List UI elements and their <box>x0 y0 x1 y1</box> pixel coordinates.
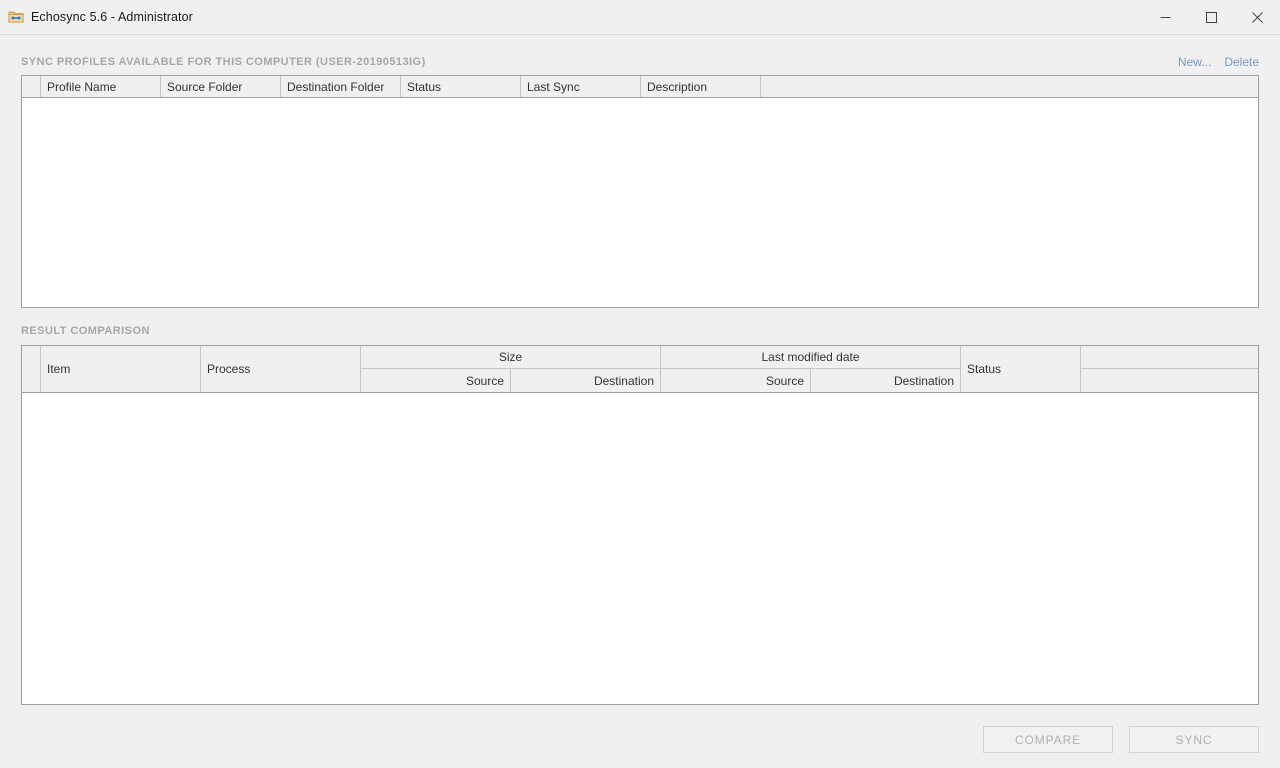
folder-sync-icon <box>8 9 24 25</box>
window-controls <box>1142 0 1280 35</box>
profiles-column-profile-name[interactable]: Profile Name <box>41 76 161 97</box>
results-column-last-modified-source[interactable]: Source <box>661 369 811 392</box>
close-button[interactable] <box>1234 0 1280 35</box>
sync-button[interactable]: SYNC <box>1129 726 1259 753</box>
results-grid-body[interactable] <box>22 393 1258 705</box>
profiles-column-last-sync[interactable]: Last Sync <box>521 76 641 97</box>
minimize-button[interactable] <box>1142 0 1188 35</box>
profiles-column-selector[interactable] <box>22 76 41 97</box>
maximize-button[interactable] <box>1188 0 1234 35</box>
results-column-size-source[interactable]: Source <box>361 369 511 392</box>
results-column-last-modified-label: Last modified date <box>661 346 960 369</box>
sync-profiles-grid[interactable]: Profile Name Source Folder Destination F… <box>21 75 1259 308</box>
delete-profile-link[interactable]: Delete <box>1224 55 1259 69</box>
profiles-column-source-folder[interactable]: Source Folder <box>161 76 281 97</box>
results-column-selector[interactable] <box>22 346 41 392</box>
results-column-last-modified-destination[interactable]: Destination <box>811 369 960 392</box>
results-column-process[interactable]: Process <box>201 346 361 392</box>
result-comparison-grid[interactable]: Item Process Size Source Destination Las… <box>21 345 1259 705</box>
profiles-column-destination-folder[interactable]: Destination Folder <box>281 76 401 97</box>
profiles-column-status[interactable]: Status <box>401 76 521 97</box>
results-column-size-label: Size <box>361 346 660 369</box>
results-column-group-size[interactable]: Size Source Destination <box>361 346 661 392</box>
profiles-grid-body[interactable] <box>22 98 1258 308</box>
results-column-last-modified-subrow: Source Destination <box>661 369 960 392</box>
profiles-section-label: SYNC PROFILES AVAILABLE FOR THIS COMPUTE… <box>21 56 426 68</box>
profiles-column-description[interactable]: Description <box>641 76 761 97</box>
new-profile-link[interactable]: New... <box>1178 55 1211 69</box>
results-grid-header: Item Process Size Source Destination Las… <box>22 346 1258 393</box>
results-column-status[interactable]: Status <box>961 346 1081 392</box>
footer-actions: COMPARE SYNC <box>0 726 1280 768</box>
results-column-item[interactable]: Item <box>41 346 201 392</box>
window-title: Echosync 5.6 - Administrator <box>31 10 193 24</box>
profiles-actions: New... Delete <box>1178 55 1259 69</box>
profiles-column-filler <box>761 76 1258 97</box>
results-column-size-destination[interactable]: Destination <box>511 369 660 392</box>
profiles-section-header: SYNC PROFILES AVAILABLE FOR THIS COMPUTE… <box>21 54 1259 70</box>
results-section-label: RESULT COMPARISON <box>21 325 150 337</box>
profiles-grid-header: Profile Name Source Folder Destination F… <box>22 76 1258 98</box>
title-bar: Echosync 5.6 - Administrator <box>0 0 1280 35</box>
compare-button[interactable]: COMPARE <box>983 726 1113 753</box>
results-column-size-subrow: Source Destination <box>361 369 660 392</box>
results-column-group-last-modified[interactable]: Last modified date Source Destination <box>661 346 961 392</box>
results-column-filler <box>1081 346 1258 392</box>
